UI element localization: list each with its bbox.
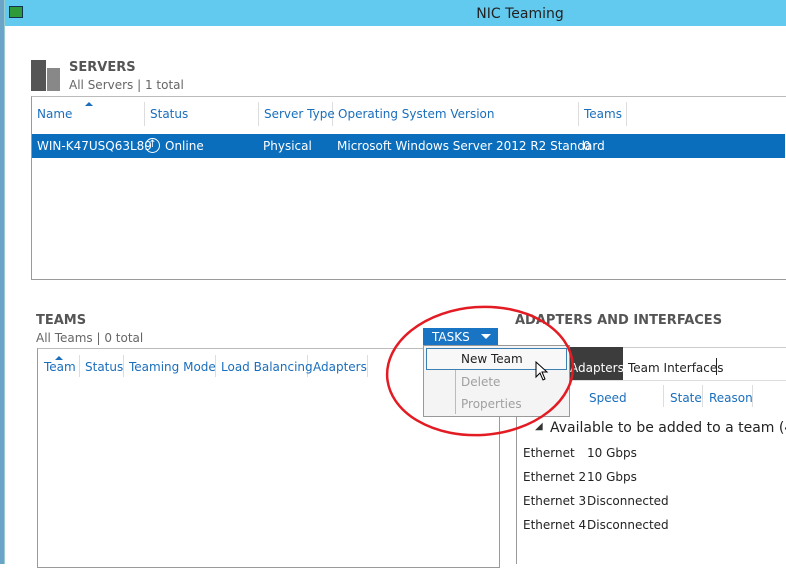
- tab-team-interfaces[interactable]: Team Interfaces: [628, 361, 724, 375]
- adapter-speed: 10 Gbps: [587, 446, 637, 460]
- server-os: Microsoft Windows Server 2012 R2 Standar…: [337, 139, 605, 153]
- adapter-speed: 10 Gbps: [587, 470, 637, 484]
- server-name: WIN-K47USQ63L89: [37, 139, 152, 153]
- adapter-name[interactable]: Ethernet 2: [523, 470, 586, 484]
- window-title: NIC Teaming: [476, 6, 564, 22]
- adapter-state: Disconnected: [587, 518, 669, 532]
- teams-title: TEAMS: [36, 313, 87, 328]
- adapter-name[interactable]: Ethernet 3: [523, 494, 586, 508]
- table-row[interactable]: WIN-K47USQ63L89 ↑ Online Physical Micros…: [32, 134, 785, 158]
- column-status[interactable]: Status: [85, 360, 123, 374]
- servers-title: SERVERS: [69, 60, 136, 75]
- column-adapters[interactable]: Adapters: [313, 360, 367, 374]
- column-team[interactable]: Team: [44, 360, 76, 374]
- servers-subtitle: All Servers | 1 total: [69, 78, 184, 92]
- column-teaming-mode[interactable]: Teaming Mode: [129, 360, 216, 374]
- column-speed[interactable]: Speed: [589, 391, 627, 405]
- adapter-state: Disconnected: [587, 494, 669, 508]
- window-border: [0, 0, 5, 564]
- servers-table: [31, 96, 786, 280]
- server-teams: 0: [583, 139, 591, 153]
- column-teams[interactable]: Teams: [584, 107, 622, 121]
- servers-icon: [31, 60, 61, 91]
- sort-ascending-icon: [85, 102, 93, 106]
- online-status-icon: ↑: [145, 138, 160, 153]
- column-os-version[interactable]: Operating System Version: [338, 107, 495, 121]
- group-header[interactable]: Available to be added to a team (4): [550, 420, 786, 436]
- column-load-balancing[interactable]: Load Balancing: [221, 360, 313, 374]
- title-bar: NIC Teaming: [0, 0, 786, 26]
- teams-subtitle: All Teams | 0 total: [36, 331, 144, 345]
- divider: [716, 358, 717, 375]
- column-state[interactable]: State: [670, 391, 702, 405]
- adapter-name[interactable]: Ethernet: [523, 446, 575, 460]
- server-type: Physical: [263, 139, 312, 153]
- column-server-type[interactable]: Server Type: [264, 107, 335, 121]
- adapter-name[interactable]: Ethernet 4: [523, 518, 586, 532]
- column-name[interactable]: Name: [37, 107, 72, 121]
- column-status[interactable]: Status: [150, 107, 188, 121]
- server-status: Online: [165, 139, 204, 153]
- annotation-ellipse: [385, 305, 575, 437]
- column-reason[interactable]: Reason: [709, 391, 753, 405]
